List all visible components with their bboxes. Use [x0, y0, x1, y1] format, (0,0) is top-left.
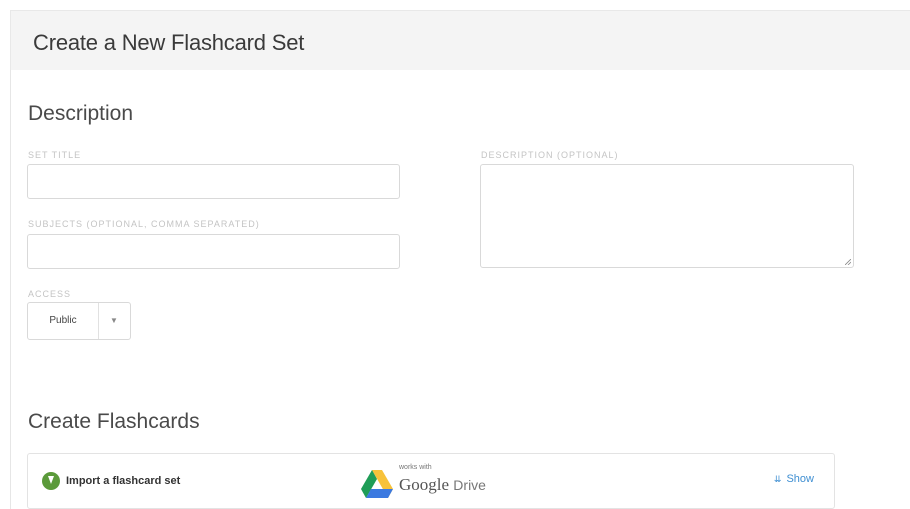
show-button[interactable]: ⇊ Show	[774, 473, 814, 485]
access-select[interactable]: Public ▼	[27, 302, 131, 340]
drive-word: Drive	[453, 477, 486, 493]
subjects-input[interactable]	[27, 234, 400, 269]
description-label: DESCRIPTION (OPTIONAL)	[481, 150, 619, 160]
set-title-input[interactable]	[27, 164, 400, 199]
page-title: Create a New Flashcard Set	[33, 30, 305, 55]
description-section-title: Description	[28, 102, 134, 125]
google-drive-wordmark: Google Drive	[399, 475, 486, 495]
resize-grip-icon[interactable]	[845, 259, 851, 265]
import-bar: Import a flashcard set works with Google…	[27, 453, 835, 509]
import-flashcard-set-button[interactable]: Import a flashcard set	[42, 471, 180, 491]
google-drive-icon	[361, 470, 393, 498]
caret-down-icon[interactable]: ▼	[98, 303, 130, 339]
access-label: ACCESS	[28, 289, 72, 299]
set-title-label: SET TITLE	[28, 150, 82, 160]
access-selected-value: Public	[49, 315, 77, 326]
double-chevron-down-icon: ⇊	[773, 473, 782, 484]
description-textarea[interactable]	[480, 164, 854, 268]
page-header: Create a New Flashcard Set	[10, 10, 910, 70]
show-label: Show	[786, 473, 814, 485]
create-flashcards-section-title: Create Flashcards	[28, 410, 200, 433]
import-label: Import a flashcard set	[66, 475, 181, 487]
works-with-label: works with	[399, 464, 432, 471]
google-word: Google	[399, 475, 450, 494]
subjects-label: SUBJECTS (OPTIONAL, COMMA SEPARATED)	[28, 219, 260, 229]
download-circle-icon	[42, 472, 60, 490]
